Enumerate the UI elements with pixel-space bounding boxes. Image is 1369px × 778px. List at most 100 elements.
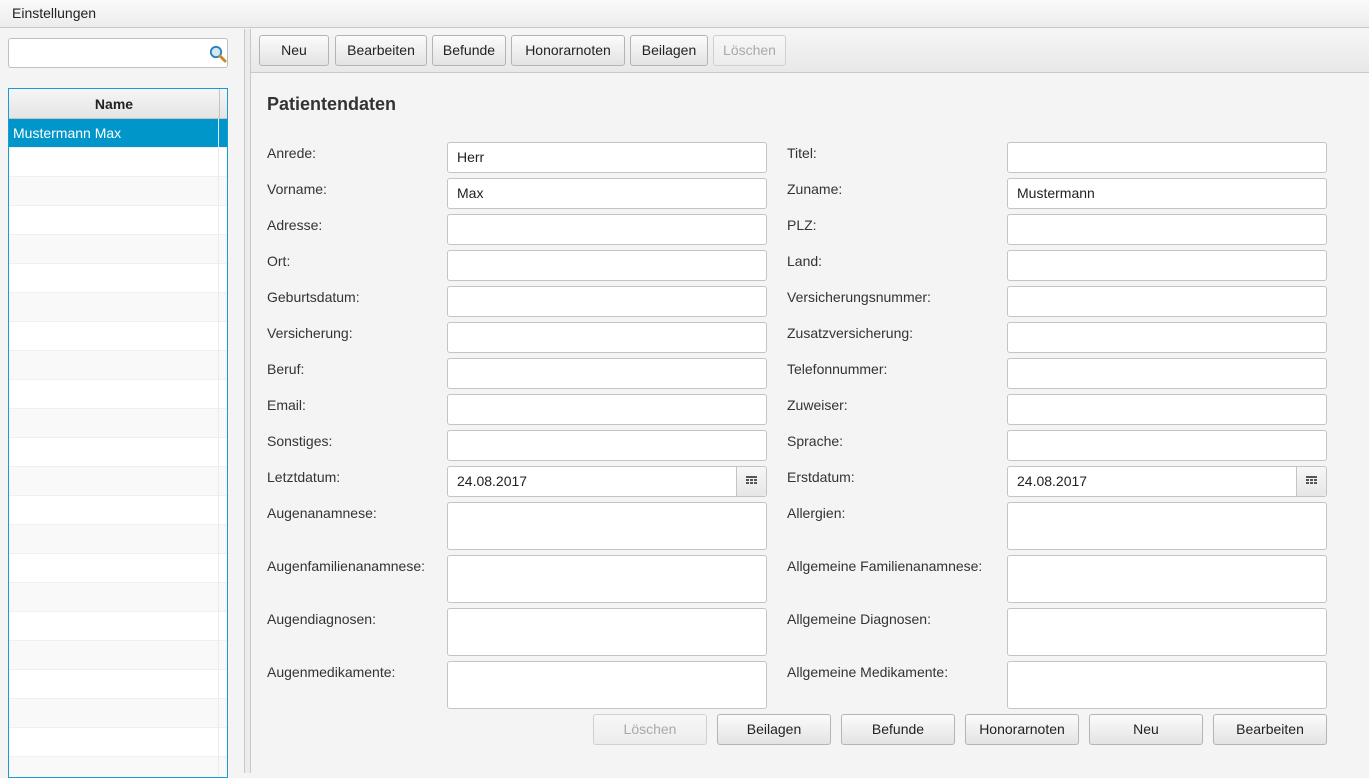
page-title: Patientendaten xyxy=(267,94,397,114)
calendar-icon[interactable] xyxy=(1296,467,1326,496)
label-zuname: Zuname: xyxy=(787,181,843,197)
allgemeine-medikamente-textarea[interactable] xyxy=(1007,661,1327,709)
toolbar-beilagen-button[interactable]: Beilagen xyxy=(630,35,708,66)
label-allgemeine-diagnosen: Allgemeine Diagnosen: xyxy=(787,611,931,627)
label-beruf: Beruf: xyxy=(267,361,305,377)
label-land: Land: xyxy=(787,253,823,269)
versicherung-field[interactable] xyxy=(447,322,767,353)
label-geburtsdatum: Geburtsdatum: xyxy=(267,289,360,305)
table-row-empty xyxy=(9,438,227,467)
table-row-empty xyxy=(9,177,227,206)
label-zusatzversicherung: Zusatzversicherung: xyxy=(787,325,914,341)
label-augenfamilienanamnese: Augenfamilienanamnese: xyxy=(267,558,425,574)
toolbar-befunde-button[interactable]: Befunde xyxy=(432,35,506,66)
search-icon[interactable] xyxy=(209,45,227,63)
zuname-field[interactable]: Mustermann xyxy=(1007,178,1327,209)
anrede-field[interactable]: Herr xyxy=(447,142,767,173)
table-row-empty xyxy=(9,322,227,351)
geburtsdatum-field[interactable] xyxy=(447,286,767,317)
table-row-empty xyxy=(9,206,227,235)
table-row-empty xyxy=(9,728,227,757)
zuweiser-field[interactable] xyxy=(1007,394,1327,425)
allgemeine-diagnosen-textarea[interactable] xyxy=(1007,608,1327,656)
letztdatum-datepicker[interactable]: 24.08.2017 xyxy=(447,466,767,497)
toolbar-honorarnoten-button[interactable]: Honorarnoten xyxy=(511,35,625,66)
erstdatum-datepicker[interactable]: 24.08.2017 xyxy=(1007,466,1327,497)
label-anrede: Anrede: xyxy=(267,145,317,161)
augenmedikamente-textarea[interactable] xyxy=(447,661,767,709)
label-sprache: Sprache: xyxy=(787,433,844,449)
land-field[interactable] xyxy=(1007,250,1327,281)
label-versicherungsnummer: Versicherungsnummer: xyxy=(787,289,931,305)
augenanamnese-textarea[interactable] xyxy=(447,502,767,550)
split-pane-divider[interactable] xyxy=(244,29,251,773)
label-adresse: Adresse: xyxy=(267,217,323,233)
label-ort: Ort: xyxy=(267,253,291,269)
vorname-field[interactable]: Max xyxy=(447,178,767,209)
label-augendiagnosen: Augendiagnosen: xyxy=(267,611,376,627)
table-row-empty xyxy=(9,583,227,612)
patient-form: Patientendaten Anrede: Vorname: Adresse:… xyxy=(251,74,1369,773)
table-row-empty xyxy=(9,148,227,177)
beruf-field[interactable] xyxy=(447,358,767,389)
email-field[interactable] xyxy=(447,394,767,425)
plz-field[interactable] xyxy=(1007,214,1327,245)
bottom-befunde-button[interactable]: Befunde xyxy=(841,714,955,745)
label-telefonnummer: Telefonnummer: xyxy=(787,361,888,377)
erstdatum-value[interactable]: 24.08.2017 xyxy=(1017,467,1087,496)
table-row-empty xyxy=(9,525,227,554)
menu-einstellungen[interactable]: Einstellungen xyxy=(12,5,96,21)
label-allgemeine-familienanamnese: Allgemeine Familienanamnese: xyxy=(787,558,983,574)
titel-field[interactable] xyxy=(1007,142,1327,173)
table-row-empty xyxy=(9,670,227,699)
search-box[interactable] xyxy=(8,38,228,68)
bottom-neu-button[interactable]: Neu xyxy=(1089,714,1203,745)
augenfamilienanamnese-textarea[interactable] xyxy=(447,555,767,603)
telefonnummer-field[interactable] xyxy=(1007,358,1327,389)
column-header-name[interactable]: Name xyxy=(9,89,219,119)
table-row-empty xyxy=(9,757,227,777)
table-row-empty xyxy=(9,496,227,525)
bottom-honorarnoten-button[interactable]: Honorarnoten xyxy=(965,714,1079,745)
ort-field[interactable] xyxy=(447,250,767,281)
label-sonstiges: Sonstiges: xyxy=(267,433,333,449)
table-row-empty xyxy=(9,641,227,670)
versicherungsnummer-field[interactable] xyxy=(1007,286,1327,317)
label-allergien: Allergien: xyxy=(787,505,846,521)
label-zuweiser: Zuweiser: xyxy=(787,397,848,413)
bottom-beilagen-button[interactable]: Beilagen xyxy=(717,714,831,745)
bottom-bearbeiten-button[interactable]: Bearbeiten xyxy=(1213,714,1327,745)
sonstiges-field[interactable] xyxy=(447,430,767,461)
label-augenmedikamente: Augenmedikamente: xyxy=(267,664,396,680)
zusatzversicherung-field[interactable] xyxy=(1007,322,1327,353)
table-row-empty xyxy=(9,235,227,264)
toolbar-neu-button[interactable]: Neu xyxy=(259,35,329,66)
label-email: Email: xyxy=(267,397,306,413)
patient-list-pane: Name Mustermann Max xyxy=(0,29,244,778)
table-row-empty xyxy=(9,699,227,728)
allgemeine-familienanamnese-textarea[interactable] xyxy=(1007,555,1327,603)
label-versicherung: Versicherung: xyxy=(267,325,353,341)
allergien-textarea[interactable] xyxy=(1007,502,1327,550)
calendar-icon[interactable] xyxy=(736,467,766,496)
table-row-empty xyxy=(9,293,227,322)
label-vorname: Vorname: xyxy=(267,181,327,197)
augendiagnosen-textarea[interactable] xyxy=(447,608,767,656)
table-row-empty xyxy=(9,467,227,496)
table-row-empty xyxy=(9,264,227,293)
search-input[interactable] xyxy=(13,42,203,64)
toolbar-loeschen-button: Löschen xyxy=(713,35,786,66)
letztdatum-value[interactable]: 24.08.2017 xyxy=(457,467,527,496)
bottom-loeschen-button: Löschen xyxy=(593,714,707,745)
sprache-field[interactable] xyxy=(1007,430,1327,461)
label-titel: Titel: xyxy=(787,145,817,161)
table-row-selected[interactable]: Mustermann Max xyxy=(9,119,227,148)
adresse-field[interactable] xyxy=(447,214,767,245)
table-rows: Mustermann Max xyxy=(9,119,227,777)
column-header-filler xyxy=(219,89,227,119)
menu-bar: Einstellungen xyxy=(0,0,1369,28)
toolbar-bearbeiten-button[interactable]: Bearbeiten xyxy=(335,35,427,66)
patient-table: Name Mustermann Max xyxy=(8,88,228,778)
table-row-empty xyxy=(9,351,227,380)
label-plz: PLZ: xyxy=(787,217,817,233)
